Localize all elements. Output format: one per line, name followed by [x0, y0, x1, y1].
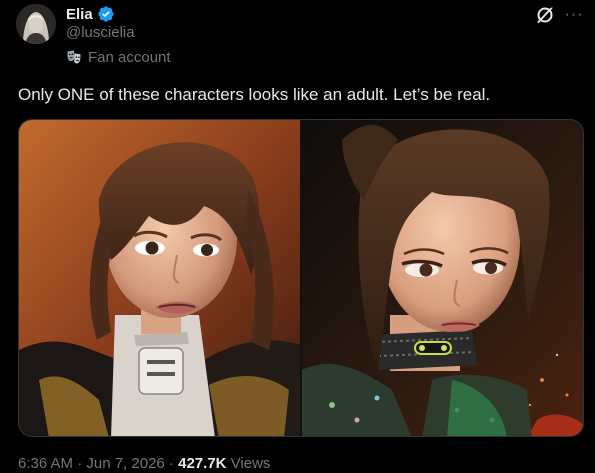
avatar[interactable]: [16, 4, 56, 44]
post-card: Elia @luscielia Fan account ··· Only ONE…: [0, 0, 595, 473]
affiliation-label-text: Fan account: [88, 48, 171, 66]
post-text: Only ONE of these characters looks like …: [18, 85, 491, 104]
grok-button[interactable]: [534, 4, 556, 26]
author-handle[interactable]: @luscielia: [66, 24, 135, 41]
more-options-button[interactable]: ···: [562, 4, 586, 26]
author-display-name[interactable]: Elia: [66, 6, 93, 23]
views-count[interactable]: 427.7K: [178, 455, 226, 472]
right-character-image[interactable]: [302, 120, 583, 436]
theater-masks-icon: [66, 49, 82, 65]
post-media-grid[interactable]: [18, 119, 584, 437]
grok-icon: [537, 5, 553, 23]
author-name-row[interactable]: Elia: [66, 4, 115, 24]
more-dots-icon: ···: [564, 6, 584, 23]
post-timestamp[interactable]: 6:36 AM · Jun 7, 2026 ·: [18, 455, 174, 472]
left-character-image[interactable]: [19, 120, 300, 436]
verified-badge-icon[interactable]: [97, 5, 115, 23]
post-meta-row: 6:36 AM · Jun 7, 2026 · 427.7K Views: [18, 455, 270, 473]
views-label: Views: [230, 455, 271, 472]
affiliation-label[interactable]: Fan account: [66, 48, 171, 66]
